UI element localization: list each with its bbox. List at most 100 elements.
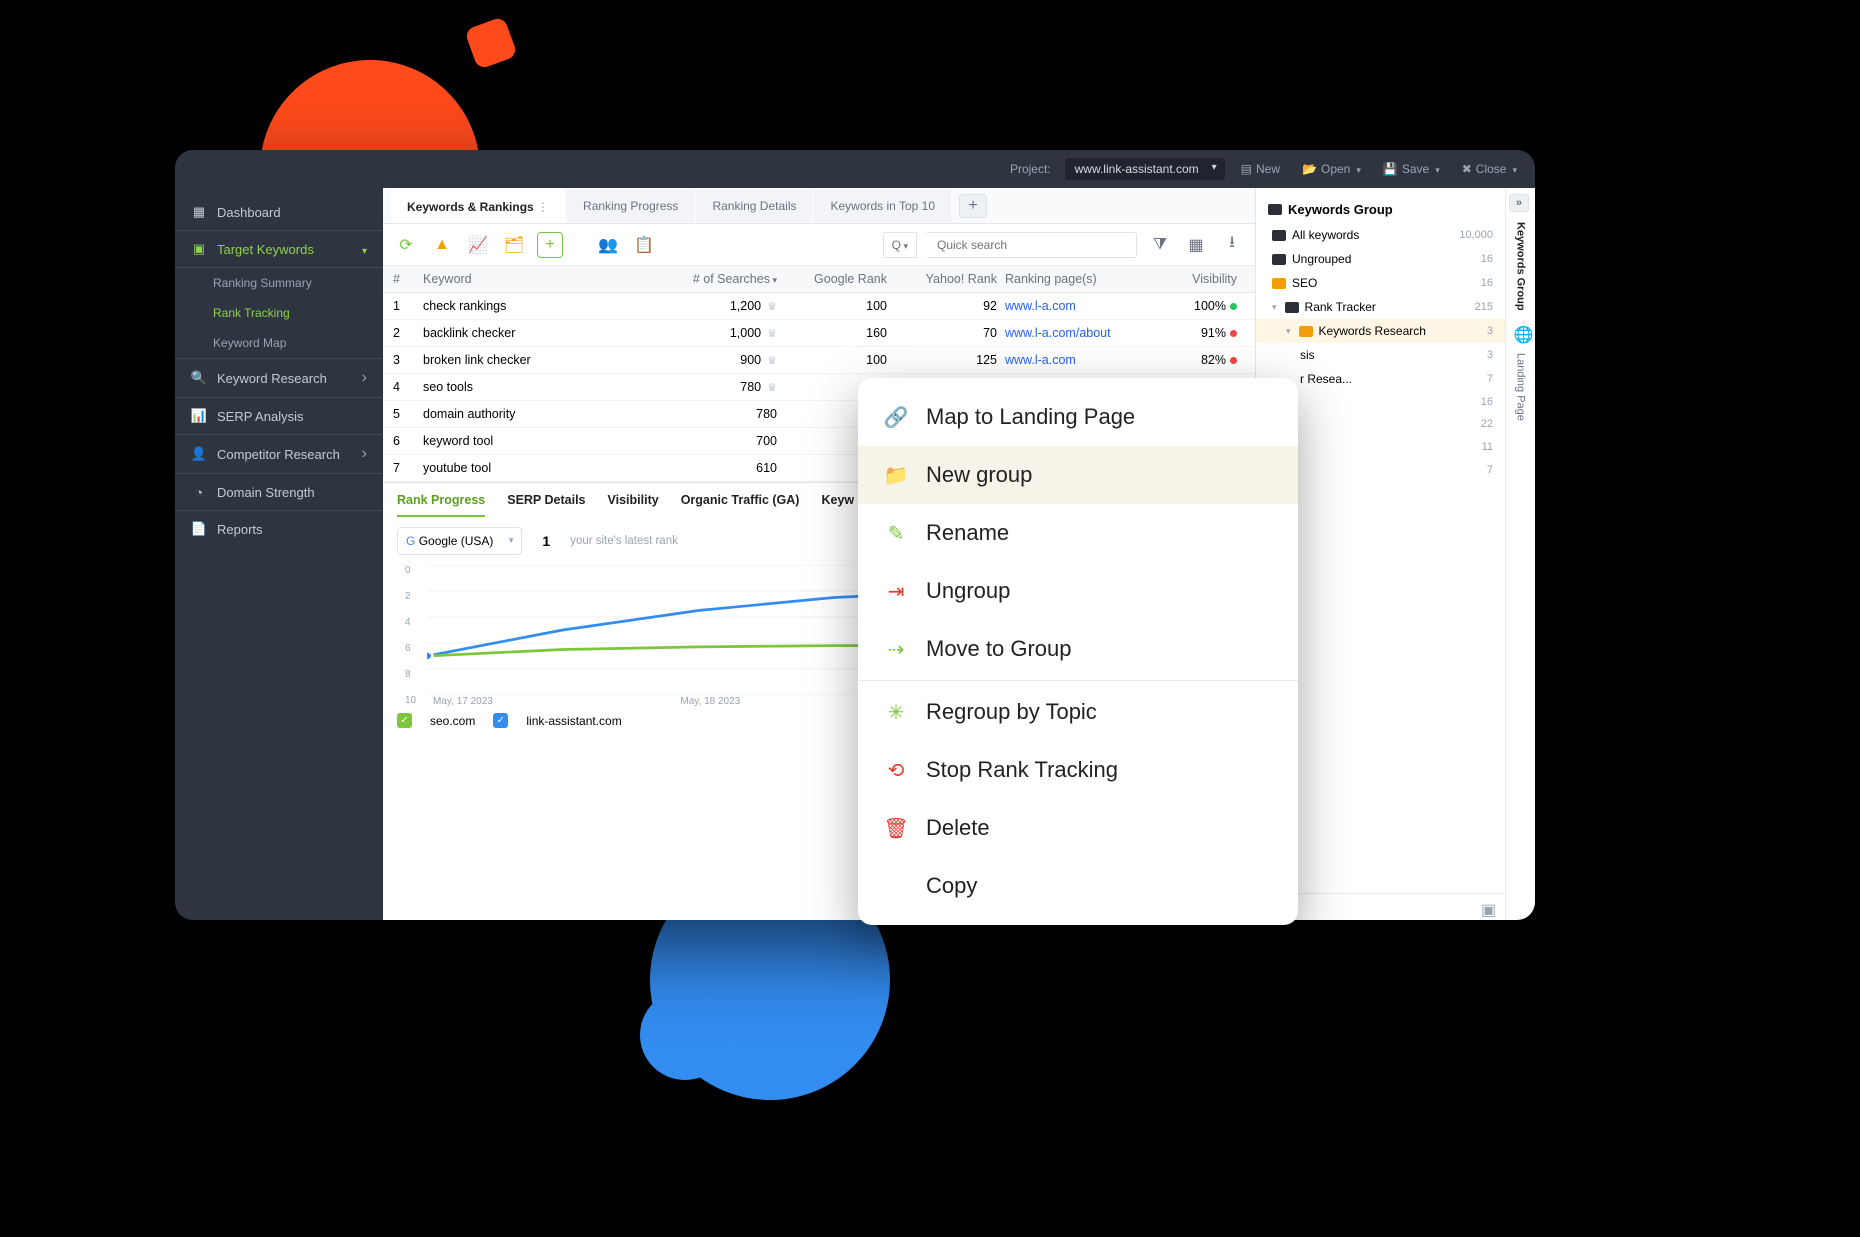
folder-icon[interactable]: ▣ xyxy=(1481,900,1495,914)
subtab-keywords[interactable]: Keyw xyxy=(821,493,854,517)
node-count: 16 xyxy=(1481,277,1493,289)
table-row[interactable]: 3broken link checker900♛100125www.l-a.co… xyxy=(383,347,1255,374)
sidebar-item-competitor-research[interactable]: 👤Competitor Research xyxy=(175,434,383,473)
y-tick: 8 xyxy=(405,669,411,680)
cell-searches: 610 xyxy=(675,461,785,475)
tree-node[interactable]: All keywords10,000 xyxy=(1256,223,1505,247)
subtab-organic-traffic[interactable]: Organic Traffic (GA) xyxy=(681,493,800,517)
cell-keyword: check rankings xyxy=(423,299,675,313)
col-google-rank[interactable]: Google Rank xyxy=(785,272,895,286)
col-keyword[interactable]: Keyword xyxy=(423,272,675,286)
menu-move-to-group[interactable]: ⇢Move to Group xyxy=(858,620,1298,678)
download-icon[interactable]: ⭳ xyxy=(1219,232,1245,258)
decoration-circle-blue xyxy=(640,990,730,1080)
sidebar-sub-keyword-map[interactable]: Keyword Map xyxy=(175,328,383,358)
tree-node[interactable]: ▾Keywords Research3 xyxy=(1256,319,1505,343)
tab-ranking-progress[interactable]: Ranking Progress xyxy=(567,190,694,222)
checkbox-seo-com[interactable]: ✓ xyxy=(397,713,412,728)
open-button[interactable]: 📂Open xyxy=(1296,158,1367,180)
tree-node[interactable]: SEO16 xyxy=(1256,271,1505,295)
cell-google-rank: 100 xyxy=(785,353,895,367)
sidebar-item-keyword-research[interactable]: 🔍Keyword Research xyxy=(175,358,383,397)
compass-icon[interactable]: ▲ xyxy=(429,232,455,258)
menu-regroup-by-topic[interactable]: ✳Regroup by Topic xyxy=(858,683,1298,741)
table-row[interactable]: 1check rankings1,200♛10092www.l-a.com100… xyxy=(383,293,1255,320)
grid-icon[interactable]: ▦ xyxy=(1183,232,1209,258)
node-label: Keywords Research xyxy=(1319,324,1426,338)
cell-searches: 700 xyxy=(675,434,785,448)
menu-stop-rank-tracking[interactable]: ⟲Stop Rank Tracking xyxy=(858,741,1298,799)
menu-delete[interactable]: 🗑Delete xyxy=(858,799,1298,857)
tree-node[interactable]: ▾Rank Tracker215 xyxy=(1256,295,1505,319)
col-yahoo-rank[interactable]: Yahoo! Rank xyxy=(895,272,1005,286)
crown-icon: ♛ xyxy=(767,328,777,340)
cell-keyword: backlink checker xyxy=(423,326,675,340)
node-count: 7 xyxy=(1487,464,1493,476)
cell-keyword: seo tools xyxy=(423,380,675,394)
search-engine-selector[interactable]: G Google (USA) xyxy=(397,527,522,555)
subtab-visibility[interactable]: Visibility xyxy=(608,493,659,517)
table-header: # Keyword # of Searches Google Rank Yaho… xyxy=(383,266,1255,293)
tab-keywords-rankings[interactable]: Keywords & Rankings xyxy=(391,189,565,223)
expand-icon[interactable]: ▾ xyxy=(1286,326,1291,337)
close-button[interactable]: ✖Close xyxy=(1456,158,1523,180)
search-mode-dropdown[interactable]: Q xyxy=(883,232,917,258)
y-tick: 6 xyxy=(405,643,411,654)
node-label: Ungrouped xyxy=(1292,252,1351,266)
tab-keywords-top10[interactable]: Keywords in Top 10 xyxy=(814,190,951,222)
sidebar-item-dashboard[interactable]: ▦Dashboard xyxy=(175,194,383,230)
col-searches[interactable]: # of Searches xyxy=(675,272,785,286)
folder-icon[interactable]: 🗂 xyxy=(501,232,527,258)
sidebar-sub-ranking-summary[interactable]: Ranking Summary xyxy=(175,268,383,298)
refresh-icon[interactable]: ⟳ xyxy=(393,232,419,258)
cell-num: 5 xyxy=(393,407,423,421)
search-icon: 🔍 xyxy=(191,370,207,386)
sidebar-item-serp-analysis[interactable]: 📊SERP Analysis xyxy=(175,397,383,434)
close-icon: ✖ xyxy=(1462,162,1472,176)
vertical-tabs: ▣ Keywords Group 🌐 Landing Page xyxy=(1505,188,1535,920)
rank-number: 1 xyxy=(542,533,550,549)
expand-icon[interactable]: ▾ xyxy=(1272,302,1277,313)
move-icon: ⇢ xyxy=(884,637,908,661)
clipboard-icon[interactable]: 📋 xyxy=(631,232,657,258)
sidebar-item-domain-strength[interactable]: ◔Domain Strength xyxy=(175,473,383,510)
tree-node[interactable]: sis 3 xyxy=(1256,343,1505,367)
new-button[interactable]: ▤New xyxy=(1235,158,1286,180)
person-icon: 👤 xyxy=(191,446,207,462)
tree-node[interactable]: Ungrouped16 xyxy=(1256,247,1505,271)
col-num[interactable]: # xyxy=(393,272,423,286)
node-count: 3 xyxy=(1487,349,1493,361)
cell-ranking-page[interactable]: www.l-a.com/about xyxy=(1005,326,1155,340)
add-button[interactable]: + xyxy=(537,232,563,258)
sidebar-sub-rank-tracking[interactable]: Rank Tracking xyxy=(175,298,383,328)
sidebar-item-reports[interactable]: 📄Reports xyxy=(175,510,383,547)
table-row[interactable]: 2backlink checker1,000♛16070www.l-a.com/… xyxy=(383,320,1255,347)
vtab-keywords-group[interactable]: Keywords Group xyxy=(1515,214,1527,319)
chevron-right-icon xyxy=(362,445,367,463)
project-selector[interactable]: www.link-assistant.com xyxy=(1065,158,1225,180)
subtab-serp-details[interactable]: SERP Details xyxy=(507,493,585,517)
tab-ranking-details[interactable]: Ranking Details xyxy=(696,190,812,222)
cell-ranking-page[interactable]: www.l-a.com xyxy=(1005,353,1155,367)
subtab-rank-progress[interactable]: Rank Progress xyxy=(397,493,485,517)
node-label: sis xyxy=(1300,348,1315,362)
y-tick: 4 xyxy=(405,617,411,628)
col-ranking-pages[interactable]: Ranking page(s) xyxy=(1005,272,1155,286)
cell-ranking-page[interactable]: www.l-a.com xyxy=(1005,299,1155,313)
filter-icon[interactable]: ⧩ xyxy=(1147,232,1173,258)
checkbox-link-assistant[interactable]: ✓ xyxy=(493,713,508,728)
menu-new-group[interactable]: 📁New group xyxy=(858,446,1298,504)
users-icon[interactable]: 👥 xyxy=(595,232,621,258)
sidebar-item-target-keywords[interactable]: ▣Target Keywords xyxy=(175,230,383,268)
col-visibility[interactable]: Visibility xyxy=(1155,272,1245,286)
menu-rename[interactable]: ✎Rename xyxy=(858,504,1298,562)
menu-copy[interactable]: Copy xyxy=(858,857,1298,915)
save-button[interactable]: 💾Save xyxy=(1377,158,1446,180)
search-input[interactable] xyxy=(927,232,1137,258)
cell-google-rank: 100 xyxy=(785,299,895,313)
chart-icon[interactable]: 📈 xyxy=(465,232,491,258)
vtab-landing-page[interactable]: Landing Page xyxy=(1515,345,1527,429)
add-tab-button[interactable]: + xyxy=(959,194,987,218)
menu-map-to-landing-page[interactable]: 🔗Map to Landing Page xyxy=(858,388,1298,446)
menu-ungroup[interactable]: ⇥Ungroup xyxy=(858,562,1298,620)
